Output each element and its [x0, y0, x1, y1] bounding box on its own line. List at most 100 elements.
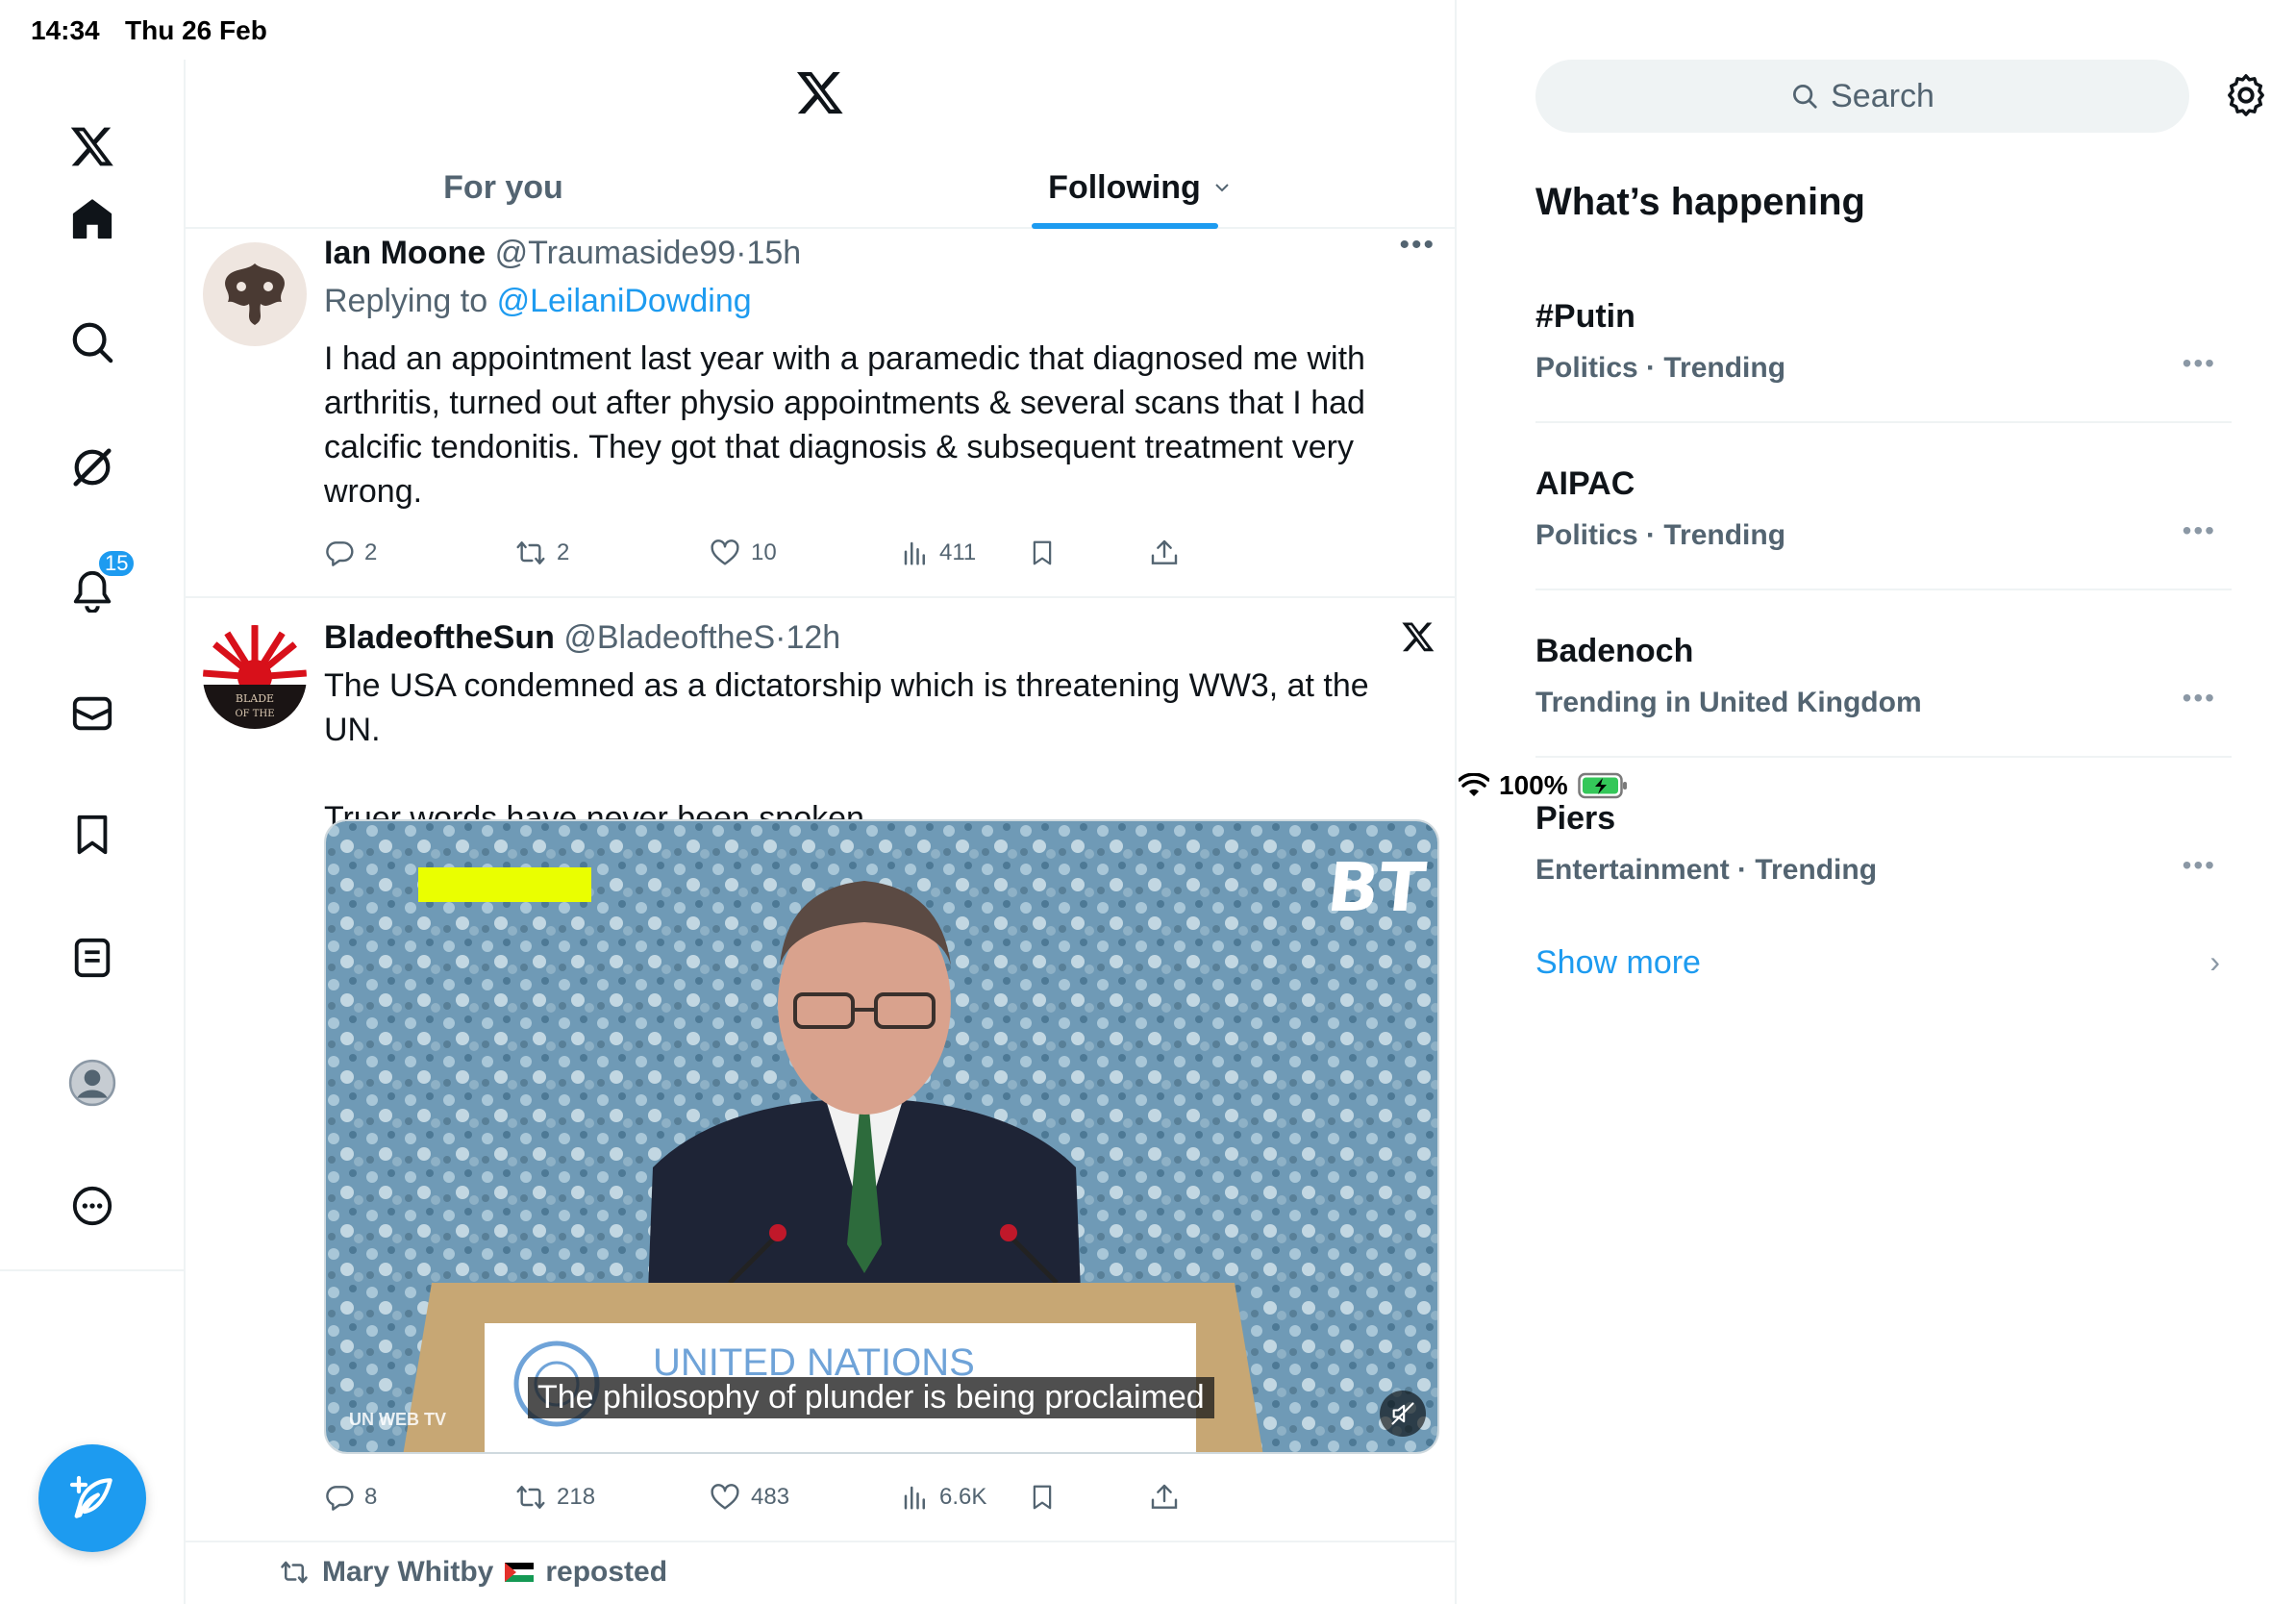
meta-separator: · [775, 619, 786, 656]
repost-notice[interactable]: Mary Whitby reposted [278, 1556, 667, 1589]
trend-name: Badenoch [1535, 633, 1694, 669]
author-handle[interactable]: @BladeoftheS [563, 619, 775, 656]
repost-count: 218 [557, 1484, 596, 1510]
media-logo: BT [1323, 848, 1430, 927]
palestine-flag-icon [505, 1563, 535, 1582]
trend-item[interactable]: AIPAC Politics · Trending ••• [1535, 423, 2232, 590]
svg-text:OF THE: OF THE [235, 709, 274, 719]
tab-for-you[interactable]: For you [186, 146, 821, 229]
home-icon[interactable] [54, 181, 131, 258]
tweet-video[interactable]: UNITED NATIONS BT UN WEB TV The philosop… [324, 819, 1439, 1454]
reply-icon [326, 1486, 354, 1511]
notifications-badge: 15 [96, 548, 137, 579]
main-timeline: For you Following Ian Moone @Traumaside9… [186, 0, 1457, 1604]
author-handle[interactable]: @Traumaside99 [495, 235, 736, 271]
trend-item[interactable]: Badenoch Trending in United Kingdom ••• [1535, 590, 2232, 758]
search-input[interactable]: Search [1535, 60, 2189, 133]
show-more-label: Show more [1535, 944, 1701, 981]
tweet-time[interactable]: 15h [746, 235, 801, 271]
view-count: 6.6K [939, 1484, 987, 1510]
reposted-label: reposted [545, 1556, 668, 1588]
avatar[interactable] [203, 242, 307, 346]
left-navigation: 15 [0, 60, 186, 1604]
settings-gear-icon[interactable] [2224, 73, 2268, 122]
messages-icon[interactable] [54, 675, 131, 752]
trend-name: AIPAC [1535, 465, 1635, 502]
show-more-link[interactable]: Show more › [1535, 944, 2232, 982]
tab-following[interactable]: Following [821, 146, 1457, 229]
reply-icon [326, 541, 354, 566]
reply-button[interactable]: 2 [324, 529, 377, 577]
lists-icon[interactable] [54, 919, 131, 996]
reposter-name[interactable]: Mary Whitby [322, 1556, 493, 1589]
notifications-icon[interactable]: 15 [54, 548, 137, 629]
search-icon [1793, 85, 1817, 109]
right-sidebar: Search What’s happening #Putin Politics … [1459, 60, 2296, 1604]
tweet[interactable]: Ian Moone @Traumaside99·15h ••• Replying… [186, 229, 1457, 598]
video-frame: UNITED NATIONS [326, 821, 1437, 1452]
tweet-time[interactable]: 12h [786, 619, 840, 656]
grok-icon[interactable] [54, 429, 131, 506]
trend-context: Politics · Trending [1535, 352, 1786, 384]
view-count: 411 [939, 539, 977, 565]
share-button[interactable] [1149, 1473, 1180, 1521]
reply-count: 8 [364, 1484, 378, 1510]
bookmark-icon [1033, 540, 1052, 565]
share-button[interactable] [1149, 529, 1180, 577]
replying-to: Replying to @LeilaniDowding [324, 283, 752, 320]
more-options-icon[interactable] [54, 1167, 131, 1244]
tweet-actions: 2 2 10 411 [324, 529, 1285, 577]
search-icon[interactable] [54, 304, 131, 381]
trend-item[interactable]: Piers Entertainment · Trending ••• [1535, 758, 2232, 925]
like-count: 483 [751, 1484, 790, 1510]
nav-divider [0, 1269, 186, 1271]
tweet-actions: 8 218 483 6.6K [324, 1473, 1285, 1521]
views-button[interactable]: 411 [901, 529, 976, 577]
bookmarks-icon[interactable] [54, 796, 131, 873]
redaction-box [418, 867, 591, 902]
repost-icon [516, 1486, 545, 1509]
profile-avatar-icon[interactable] [54, 1044, 131, 1121]
x-grok-icon[interactable] [1401, 619, 1435, 659]
chevron-right-icon: › [2209, 944, 2220, 979]
author-name[interactable]: BladeoftheSun [324, 619, 555, 656]
svg-text:BLADE: BLADE [236, 692, 274, 705]
bookmark-button[interactable] [1028, 529, 1057, 577]
trend-more-icon[interactable]: ••• [2183, 683, 2216, 714]
repost-button[interactable]: 218 [514, 1473, 595, 1521]
replying-to-label: Replying to [324, 283, 488, 319]
reply-count: 2 [364, 539, 378, 565]
like-count: 10 [751, 539, 777, 565]
tweet-text: The USA condemned as a dictatorship whic… [324, 667, 1369, 837]
whats-happening-heading: What’s happening [1535, 181, 1865, 223]
tab-following-label: Following [1048, 168, 1201, 206]
trend-context: Trending in United Kingdom [1535, 687, 1922, 718]
meta-separator: · [736, 235, 747, 271]
tweet[interactable]: BLADE OF THE BladeoftheSun @BladeoftheS·1… [186, 598, 1457, 1542]
chevron-down-icon [1215, 184, 1229, 192]
compose-post-button[interactable] [38, 1444, 146, 1552]
timeline-tabs: For you Following [186, 146, 1457, 229]
x-header-logo-icon[interactable] [795, 67, 845, 122]
avatar[interactable]: BLADE OF THE [203, 625, 307, 729]
replying-to-link[interactable]: @LeilaniDowding [497, 283, 752, 319]
mute-button[interactable] [1380, 1391, 1426, 1437]
x-logo-icon[interactable] [54, 108, 131, 185]
like-button[interactable]: 483 [709, 1473, 789, 1521]
views-button[interactable]: 6.6K [901, 1473, 986, 1521]
tweet-text: I had an appointment last year with a pa… [324, 340, 1375, 510]
reply-button[interactable]: 8 [324, 1473, 377, 1521]
trend-more-icon[interactable]: ••• [2183, 348, 2216, 379]
share-icon [1151, 539, 1178, 564]
repost-button[interactable]: 2 [514, 529, 569, 577]
trend-more-icon[interactable]: ••• [2183, 850, 2216, 881]
repost-icon [281, 1561, 308, 1584]
trend-context: Politics · Trending [1535, 519, 1786, 551]
trend-item[interactable]: #Putin Politics · Trending ••• [1535, 256, 2232, 423]
trend-more-icon[interactable]: ••• [2183, 515, 2216, 546]
like-button[interactable]: 10 [709, 529, 777, 577]
author-name[interactable]: Ian Moone [324, 235, 486, 271]
repost-count: 2 [557, 539, 570, 565]
tweet-more-icon[interactable]: ••• [1399, 229, 1435, 262]
bookmark-button[interactable] [1028, 1473, 1057, 1521]
